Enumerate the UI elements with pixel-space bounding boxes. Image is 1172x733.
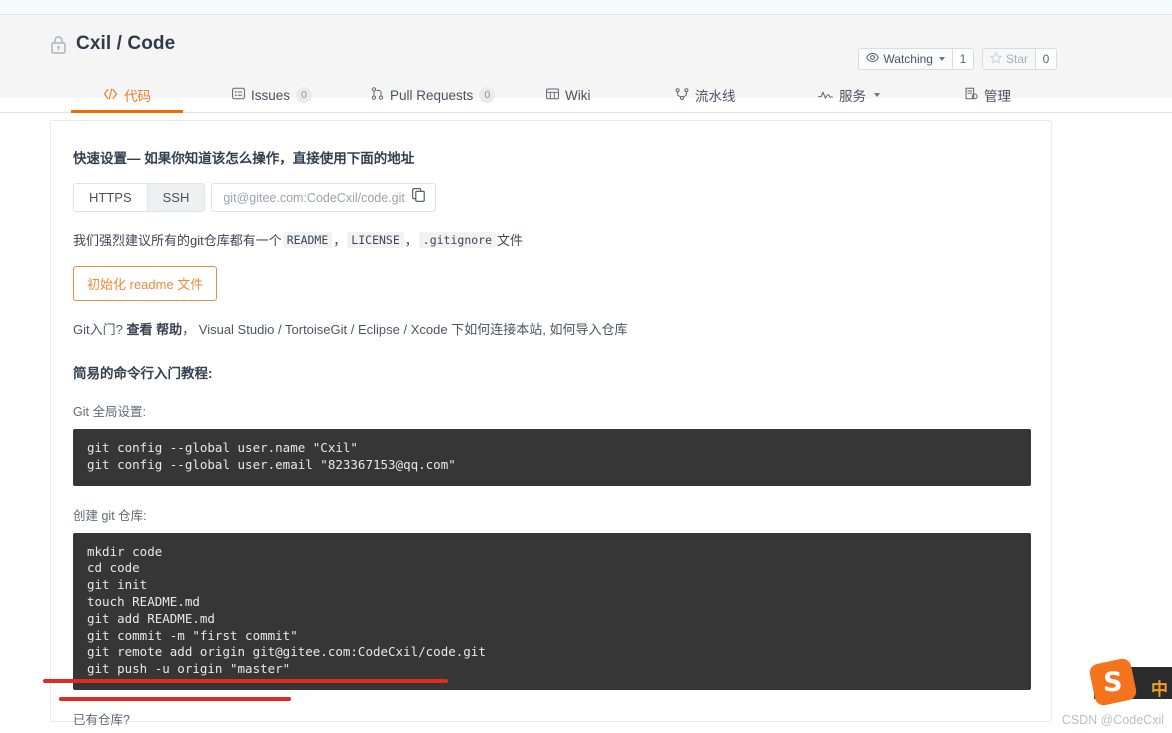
- tutorial-label-global: Git 全局设置:: [73, 405, 146, 419]
- star-icon: [989, 51, 1003, 67]
- tab-label: Wiki: [565, 87, 591, 103]
- recommend-sep-1: ，: [333, 233, 347, 248]
- quick-setup-title: 快速设置— 如果你知道该怎么操作，直接使用下面的地址: [73, 151, 415, 166]
- pull-requests-count-badge: 0: [479, 87, 496, 103]
- file-chip-gitignore: .gitignore: [418, 231, 497, 248]
- code-block-create-repo[interactable]: mkdir code cd code git init touch README…: [73, 532, 1031, 690]
- star-count[interactable]: 0: [1036, 48, 1057, 70]
- service-pulse-icon: [818, 88, 833, 103]
- sogou-logo-letter: S: [1103, 666, 1123, 698]
- protocol-https-button[interactable]: HTTPS: [74, 184, 148, 211]
- protocol-toggle[interactable]: HTTPS SSH: [73, 183, 206, 212]
- issue-card-icon: [232, 87, 245, 103]
- tab-code[interactable]: 代码: [71, 79, 183, 113]
- tutorial-label-create: 创建 git 仓库:: [73, 508, 147, 523]
- ime-indicator[interactable]: S 中: [1088, 657, 1172, 707]
- star-button[interactable]: Star: [981, 48, 1036, 70]
- star-label: Star: [1005, 52, 1028, 66]
- tutorial-label-existing: 已有仓库?: [73, 712, 130, 727]
- ime-mode-label[interactable]: 中: [1151, 675, 1168, 700]
- chevron-down-icon: [874, 93, 880, 97]
- recommend-files-line: 我们强烈建议所有的git仓库都有一个 README ， LICENSE ， .g…: [73, 230, 1031, 249]
- page-root: Cxil / Code Watching 1 Star 0 代码 Issues …: [0, 0, 1172, 733]
- quick-setup-body: 快速设置— 如果你知道该怎么操作，直接使用下面的地址 HTTPS SSH git…: [51, 121, 1051, 733]
- recommend-prefix: 我们强烈建议所有的git仓库都有一个: [73, 233, 282, 248]
- code-brackets-icon: [103, 88, 118, 103]
- repo-actions: Watching 1 Star 0: [858, 48, 1057, 70]
- quick-setup-card: 快速设置— 如果你知道该怎么操作，直接使用下面的地址 HTTPS SSH git…: [50, 120, 1052, 727]
- tab-label: Pull Requests: [390, 87, 474, 103]
- repo-header: Cxil / Code Watching 1 Star 0 代码 Issues …: [0, 15, 1172, 113]
- tab-manage[interactable]: 管理: [965, 79, 1011, 113]
- annotation-stroke-2: [59, 697, 291, 701]
- watch-button-group[interactable]: Watching 1: [858, 48, 974, 70]
- repo-nav: 代码 Issues 0 Pull Requests 0 Wiki 流水线 服务 …: [0, 79, 1172, 113]
- tab-label: Issues: [251, 87, 291, 103]
- tab-pipeline[interactable]: 流水线: [675, 79, 736, 113]
- pipeline-icon: [675, 87, 689, 103]
- tab-issues[interactable]: Issues 0: [232, 79, 313, 113]
- issues-count-badge: 0: [296, 87, 313, 103]
- tab-label: 流水线: [695, 89, 736, 104]
- eye-icon: [866, 52, 880, 66]
- clone-url-input[interactable]: git@gitee.com:CodeCxil/code.git: [211, 183, 437, 212]
- protocol-ssh-button[interactable]: SSH: [147, 184, 205, 211]
- copy-icon[interactable]: [412, 188, 426, 207]
- code-block-global-config[interactable]: git config --global user.name "Cxil" git…: [73, 429, 1031, 486]
- watermark-text: CSDN @CodeCxil: [1061, 713, 1164, 727]
- git-help-view: 查看: [126, 322, 153, 337]
- pull-request-icon: [371, 87, 384, 103]
- tab-pull-requests[interactable]: Pull Requests 0: [371, 79, 496, 113]
- manage-icon: [965, 87, 978, 103]
- git-help-lead: Git入门?: [73, 322, 123, 337]
- lock-icon: [50, 35, 67, 54]
- tab-label: 服务: [839, 89, 866, 104]
- recommend-suffix: 文件: [497, 233, 524, 248]
- git-import-link[interactable]: 如何导入仓库: [549, 322, 627, 337]
- file-chip-license: LICENSE: [347, 231, 404, 248]
- init-readme-button[interactable]: 初始化 readme 文件: [73, 266, 218, 301]
- chevron-down-icon: [938, 57, 945, 61]
- git-help-comma: ，: [182, 322, 196, 337]
- clone-url-text: git@gitee.com:CodeCxil/code.git: [223, 190, 405, 205]
- tab-label: 代码: [124, 89, 151, 104]
- recommend-sep-2: ，: [404, 233, 418, 248]
- tutorial-title: 简易的命令行入门教程:: [73, 366, 213, 381]
- annotation-stroke-1: [43, 679, 448, 683]
- wiki-book-icon: [546, 88, 559, 103]
- git-clients-link[interactable]: Visual Studio / TortoiseGit / Eclipse / …: [199, 322, 448, 337]
- top-strip: [0, 0, 1172, 14]
- watch-button[interactable]: Watching: [858, 48, 953, 70]
- clone-row: HTTPS SSH git@gitee.com:CodeCxil/code.gi…: [73, 183, 1031, 212]
- repo-title-row: Cxil / Code: [50, 33, 175, 55]
- sogou-logo-icon: S: [1088, 657, 1138, 707]
- repo-nav-inner: 代码 Issues 0 Pull Requests 0 Wiki 流水线 服务 …: [0, 79, 1172, 113]
- git-help-link[interactable]: 帮助: [156, 322, 182, 337]
- watch-count[interactable]: 1: [952, 48, 974, 70]
- git-help-connect: 下如何连接本站: [451, 322, 543, 337]
- git-help-line: Git入门? 查看 帮助， Visual Studio / TortoiseGi…: [73, 319, 1031, 338]
- file-chip-readme: README: [282, 231, 333, 248]
- tab-wiki[interactable]: Wiki: [546, 79, 591, 113]
- tab-label: 管理: [984, 89, 1011, 104]
- active-tab-underline: [71, 110, 183, 113]
- watch-label: Watching: [883, 52, 933, 66]
- tab-services[interactable]: 服务: [818, 79, 880, 113]
- star-button-group[interactable]: Star 0: [981, 48, 1057, 70]
- page-title: Cxil / Code: [76, 33, 176, 54]
